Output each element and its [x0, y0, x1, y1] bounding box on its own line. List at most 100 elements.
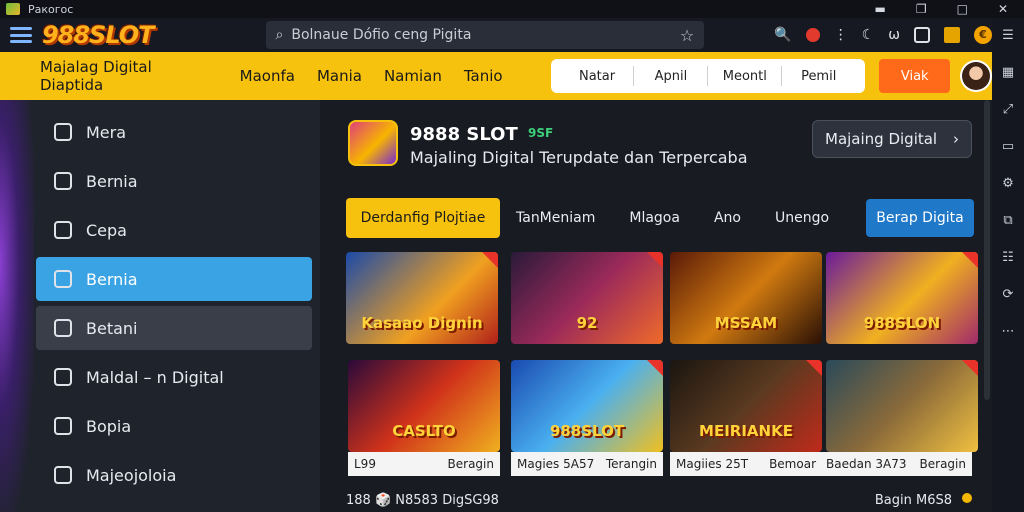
cta-button[interactable]: Viak: [879, 59, 951, 93]
card-caption: Magiies 25T Bemoar: [670, 452, 822, 476]
caption-right: Beragin: [447, 457, 494, 471]
caption-right: Bemoar: [769, 457, 816, 471]
footer-right-group: Bagin M6S8: [874, 492, 972, 508]
tab-active[interactable]: Derdanfig Plojtiae: [346, 198, 500, 238]
sidebar-item[interactable]: Maldal – n Digital: [36, 355, 312, 399]
settings-icon[interactable]: ⚙: [1002, 176, 1014, 191]
card-caption: Baedan 3A73 Beragin: [820, 452, 972, 476]
nav-link[interactable]: Namian: [384, 67, 442, 85]
item-icon: [54, 319, 72, 337]
avatar[interactable]: [960, 60, 992, 92]
game-card[interactable]: MEIRIANKE: [670, 360, 822, 452]
scrollbar[interactable]: [984, 100, 990, 400]
sidebar-item[interactable]: Cepa: [36, 208, 312, 252]
theme-icon[interactable]: ☾: [862, 27, 875, 43]
footer-left: 188 🎲 N8583 DigSG98: [346, 492, 499, 508]
card-caption: Magies 5A57 Terangin: [511, 452, 663, 476]
primary-tab-button[interactable]: Berap Digita: [866, 199, 974, 237]
sidebar-item[interactable]: Bopia: [36, 404, 312, 448]
hamburger-menu-icon[interactable]: [10, 27, 32, 43]
ribbon: [647, 360, 663, 376]
app-icon: [6, 3, 20, 15]
header-button[interactable]: Majaing Digital ›: [812, 120, 972, 158]
game-card[interactable]: Kasaao Dignin: [346, 252, 498, 344]
game-title: Kasaao Dignin: [361, 314, 483, 332]
coin-icon: [962, 492, 972, 503]
profile-icon[interactable]: ω: [888, 27, 900, 43]
sidebar-item-label: Bopia: [86, 416, 132, 436]
record-icon[interactable]: [805, 28, 820, 42]
menu-icon[interactable]: ☰: [1002, 28, 1014, 43]
quick-link[interactable]: Pemil: [782, 69, 855, 84]
window-controls: ▬ ❐ □ ✕: [874, 2, 1024, 16]
top-nav-links: Majalag Digital Diaptida Maonfa Mania Na…: [0, 58, 525, 94]
extension-icon[interactable]: [944, 27, 960, 43]
grid-icon[interactable]: ▦: [1002, 65, 1014, 80]
game-card[interactable]: 988SLOT: [511, 360, 663, 452]
category-tabs: Derdanfig Plojtiae TanMeniam Mlagoa Ano …: [346, 198, 974, 238]
maximize-button[interactable]: □: [957, 2, 968, 16]
bookmark-star-icon[interactable]: ☆: [680, 26, 694, 45]
tab[interactable]: Unengo: [775, 210, 829, 226]
layers-icon[interactable]: ⧉: [1003, 213, 1012, 228]
tab[interactable]: Ano: [714, 210, 741, 226]
footer-right: Bagin M6S8: [874, 492, 952, 508]
sidebar-item-label: Cepa: [86, 220, 127, 240]
minimize-button[interactable]: ▬: [874, 2, 885, 16]
header-button-label: Majaing Digital: [825, 130, 938, 148]
expand-icon[interactable]: ⤢: [1003, 102, 1013, 117]
more-icon[interactable]: ⋯: [1002, 324, 1015, 339]
sidebar-item-label: Majeojoloia: [86, 465, 177, 485]
caption-left: Baedan 3A73: [826, 457, 907, 471]
sidebar-item[interactable]: Betani: [36, 306, 312, 350]
item-icon: [54, 270, 72, 288]
address-bar[interactable]: ⌕ Bolnaue Dófio ceng Pigita ☆: [265, 21, 705, 49]
browser-tools: 🔍 ⋮ ☾ ω €: [774, 26, 992, 44]
caption-left: Magiies 25T: [676, 457, 749, 471]
footer-bar: 188 🎲 N8583 DigSG98 Bagin M6S8: [346, 490, 972, 510]
nav-link[interactable]: Tanio: [464, 67, 503, 85]
sidebar-item-label: Bernia: [86, 269, 138, 289]
game-card[interactable]: [826, 360, 978, 452]
window-titlebar: Ракoгос ▬ ❐ □ ✕: [0, 0, 1024, 18]
site-logo[interactable]: 988SLOT: [42, 21, 155, 49]
brand-text[interactable]: Majalag Digital Diaptida: [40, 58, 214, 94]
ribbon: [962, 252, 978, 268]
game-card[interactable]: CASLTO: [348, 360, 500, 452]
sidebar-item[interactable]: Majeojoloia: [36, 453, 312, 497]
coin-icon[interactable]: €: [974, 26, 992, 44]
list-icon[interactable]: ☷: [1002, 250, 1014, 265]
caption-left: L99: [354, 457, 376, 471]
quick-link[interactable]: Apnil: [634, 69, 707, 84]
sidebar-item-label: Maldal – n Digital: [86, 367, 224, 387]
nav-link[interactable]: Mania: [317, 67, 362, 85]
window-icon[interactable]: ▭: [1002, 139, 1014, 154]
game-title: 988SLOT: [549, 422, 625, 440]
tab[interactable]: Mlagoa: [629, 210, 680, 226]
restore-button[interactable]: ❐: [916, 2, 927, 16]
sidebar-item[interactable]: Bernia: [36, 159, 312, 203]
sidebar-menu: Mera Bernia Cepa Bernia Betani Maldal – …: [36, 110, 312, 502]
tab[interactable]: TanMeniam: [516, 210, 595, 226]
caption-right: Beragin: [919, 457, 966, 471]
window-icon[interactable]: [914, 27, 930, 43]
search-icon[interactable]: 🔍: [774, 27, 791, 43]
more-icon[interactable]: ⋮: [834, 27, 848, 43]
game-card[interactable]: MSSAM: [670, 252, 822, 344]
item-icon: [54, 466, 72, 484]
window-title: Ракoгос: [28, 2, 74, 16]
game-card[interactable]: 988SLON: [826, 252, 978, 344]
card-caption: L99 Beragin: [348, 452, 500, 476]
nav-link[interactable]: Maonfa: [240, 67, 295, 85]
quick-link[interactable]: Natar: [561, 69, 634, 84]
sidebar-item-active[interactable]: Bernia: [36, 257, 312, 301]
sidebar-item[interactable]: Mera: [36, 110, 312, 154]
caption-left: Magies 5A57: [517, 457, 595, 471]
close-button[interactable]: ✕: [998, 2, 1008, 16]
game-card[interactable]: 92: [511, 252, 663, 344]
ribbon: [647, 252, 663, 268]
game-title: MEIRIANKE: [699, 422, 793, 440]
quick-link[interactable]: Meontl: [708, 69, 781, 84]
sync-icon[interactable]: ⟳: [1003, 287, 1014, 302]
game-title: 988SLON: [863, 314, 941, 332]
